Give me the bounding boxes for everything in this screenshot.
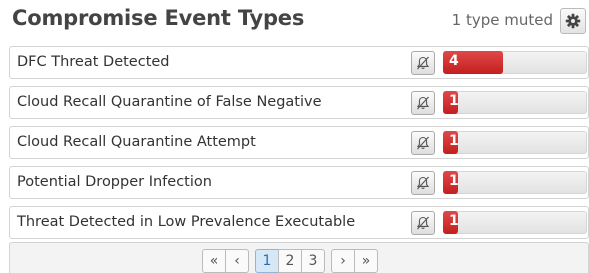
event-count: 1 bbox=[449, 93, 459, 109]
count-bar-track bbox=[443, 211, 587, 234]
settings-button[interactable] bbox=[560, 8, 586, 34]
bell-slash-icon bbox=[416, 96, 430, 110]
event-type-label: Cloud Recall Quarantine of False Negativ… bbox=[17, 94, 322, 110]
event-count: 1 bbox=[449, 213, 459, 229]
prev-page-button[interactable]: ‹ bbox=[225, 249, 249, 273]
mute-button[interactable] bbox=[411, 51, 435, 75]
event-count: 1 bbox=[449, 173, 459, 189]
event-type-row[interactable]: Cloud Recall Quarantine of False Negativ… bbox=[9, 86, 589, 119]
bell-slash-icon bbox=[416, 136, 430, 150]
mute-button[interactable] bbox=[411, 131, 435, 155]
mute-button[interactable] bbox=[411, 211, 435, 235]
gear-icon bbox=[565, 13, 581, 29]
event-type-row[interactable]: Cloud Recall Quarantine Attempt 1 bbox=[9, 126, 589, 159]
first-page-button[interactable]: « bbox=[202, 249, 226, 273]
mute-button[interactable] bbox=[411, 91, 435, 115]
event-type-list: DFC Threat Detected 4 Cloud Recall Quara… bbox=[9, 46, 589, 246]
bell-slash-icon bbox=[416, 56, 430, 70]
panel-header: Compromise Event Types 1 type muted bbox=[0, 0, 589, 40]
panel-title: Compromise Event Types bbox=[12, 6, 305, 30]
page-button-2[interactable]: 2 bbox=[278, 249, 302, 273]
pagination-bar: « ‹ 1 2 3 › » bbox=[9, 242, 589, 273]
bell-slash-icon bbox=[416, 216, 430, 230]
event-type-row[interactable]: Potential Dropper Infection 1 bbox=[9, 166, 589, 199]
last-page-button[interactable]: » bbox=[354, 249, 378, 273]
next-page-button[interactable]: › bbox=[331, 249, 355, 273]
count-bar-track bbox=[443, 171, 587, 194]
count-bar-track bbox=[443, 91, 587, 114]
pagination-controls: « ‹ 1 2 3 › » bbox=[202, 249, 378, 273]
page-button-1[interactable]: 1 bbox=[255, 249, 279, 273]
bell-slash-icon bbox=[416, 176, 430, 190]
event-type-label: DFC Threat Detected bbox=[17, 54, 170, 70]
mute-button[interactable] bbox=[411, 171, 435, 195]
event-type-label: Threat Detected in Low Prevalence Execut… bbox=[17, 214, 356, 230]
muted-count-text: 1 type muted bbox=[451, 11, 553, 29]
event-type-label: Potential Dropper Infection bbox=[17, 174, 212, 190]
count-bar-track bbox=[443, 131, 587, 154]
event-count: 4 bbox=[449, 53, 459, 69]
event-type-label: Cloud Recall Quarantine Attempt bbox=[17, 134, 256, 150]
event-type-row[interactable]: Threat Detected in Low Prevalence Execut… bbox=[9, 206, 589, 239]
page-button-3[interactable]: 3 bbox=[301, 249, 325, 273]
event-count: 1 bbox=[449, 133, 459, 149]
event-type-row[interactable]: DFC Threat Detected 4 bbox=[9, 46, 589, 79]
